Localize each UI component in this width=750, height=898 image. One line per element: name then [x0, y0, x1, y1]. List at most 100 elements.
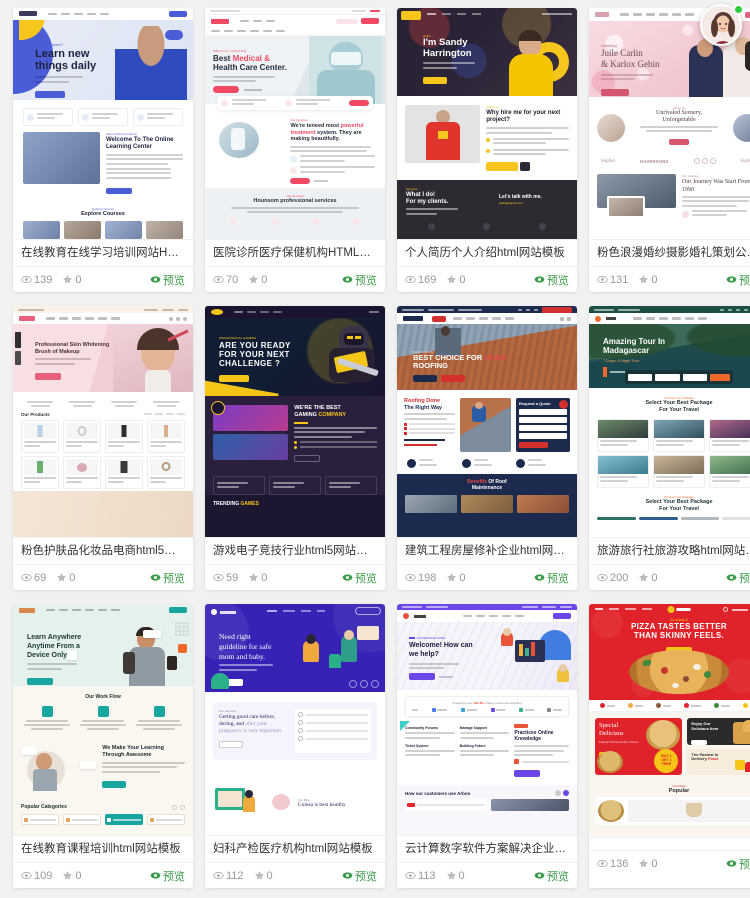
template-card[interactable]: PROFESSIONAL GAMERS ARE YOU READY FOR YO…	[205, 306, 385, 590]
view-count: 69	[21, 572, 46, 584]
eye-icon	[534, 574, 545, 581]
eye-icon	[405, 276, 416, 284]
view-count: 113	[405, 870, 436, 882]
template-thumbnail[interactable]: Learn Anywhere Anytime From a Device Only	[13, 604, 193, 837]
preview-button[interactable]: 预览	[534, 272, 569, 288]
star-icon	[63, 275, 73, 284]
template-title: 粉色浪漫婚纱摄影婚礼策划公司html...	[597, 247, 750, 260]
template-thumbnail[interactable]: BEST CHOICE BEST CHOICE FOR HOME ROOFING…	[397, 306, 577, 539]
template-card[interactable]: Learn Anywhere Anytime From a Device Only	[13, 604, 193, 888]
view-count: 169	[405, 274, 436, 286]
template-thumbnail[interactable]: Hello! I'm Sandy Harrington About me Why…	[397, 8, 577, 241]
template-meta: 70 0 预览	[205, 266, 385, 292]
view-count: 200	[597, 572, 628, 584]
template-meta: 198 0 预览	[397, 564, 577, 590]
preview-button[interactable]: 预览	[534, 868, 569, 884]
view-count: 136	[597, 858, 628, 870]
eye-icon	[726, 860, 737, 867]
template-thumbnail[interactable]: PROFESSIONAL GAMERS ARE YOU READY FOR YO…	[205, 306, 385, 539]
template-meta: 136 0 预览	[589, 850, 750, 876]
eye-icon	[726, 574, 737, 581]
eye-icon	[150, 872, 161, 879]
template-thumbnail[interactable]: Amazing Tour In Madagascar 7 Days, 6 Nig…	[589, 306, 750, 539]
template-thumbnail[interactable]: Professional Skin Whitening Brush of Make…	[13, 306, 193, 539]
template-title	[589, 838, 750, 850]
template-title: 云计算数字软件方案解决企业办decision企业...	[405, 843, 577, 856]
preview-button[interactable]: 预览	[726, 570, 750, 586]
eye-icon	[726, 276, 737, 283]
template-card[interactable]: Hello! I'm Sandy Harrington About me Why…	[397, 8, 577, 292]
eye-icon	[21, 574, 32, 582]
template-card[interactable]: KNOWLEDGE BASE Welcome! How canwe help?	[397, 604, 577, 888]
template-thumbnail[interactable]: Need right guideline for safe mom and baby…	[205, 604, 385, 837]
template-meta: 131 0 预览	[589, 266, 750, 292]
template-card[interactable]: MEDICAL CENTER Best Medical & Health Car…	[205, 8, 385, 292]
preview-button[interactable]: 预览	[726, 856, 750, 872]
star-count: 0	[62, 870, 81, 882]
preview-button[interactable]: 预览	[150, 272, 185, 288]
template-meta: 113 0 预览	[397, 862, 577, 888]
template-card[interactable]: BEST CHOICE BEST CHOICE FOR HOME ROOFING…	[397, 306, 577, 590]
preview-button[interactable]: 预览	[342, 570, 377, 586]
star-count: 0	[638, 274, 657, 286]
preview-button[interactable]: 预览	[726, 272, 750, 288]
star-count: 0	[248, 572, 267, 584]
eye-icon	[213, 574, 224, 582]
star-count: 0	[446, 274, 465, 286]
eye-icon	[150, 276, 161, 283]
eye-icon	[534, 872, 545, 879]
eye-icon	[534, 276, 545, 283]
eye-icon	[150, 574, 161, 581]
view-count: 70	[213, 274, 238, 286]
eye-icon	[342, 574, 353, 581]
star-icon	[639, 573, 649, 582]
preview-button[interactable]: 预览	[150, 570, 185, 586]
eye-icon	[597, 574, 608, 582]
star-icon	[63, 871, 73, 880]
eye-icon	[213, 872, 224, 880]
template-meta: 169 0 预览	[397, 266, 577, 292]
star-count: 0	[254, 870, 273, 882]
star-count: 0	[62, 274, 81, 286]
view-count: 109	[21, 870, 52, 882]
template-card[interactable]: So whats it! PIZZA TASTES BETTER THAN SK…	[589, 604, 750, 888]
template-card-grid: Ready to learn? Learn new things daily A…	[0, 0, 750, 896]
template-card[interactable]: Wedding Juile Carlin & Karlox Gebin Abou…	[589, 8, 750, 292]
star-count: 0	[638, 572, 657, 584]
star-icon	[446, 871, 456, 880]
eye-icon	[597, 859, 608, 868]
template-title: 个人简历个人介绍html网站模板	[405, 247, 565, 260]
star-count: 0	[56, 572, 75, 584]
star-count: 0	[248, 274, 267, 286]
view-count: 198	[405, 572, 436, 584]
eye-icon	[213, 276, 224, 284]
template-meta: 139 0 预览	[13, 266, 193, 292]
template-meta: 112 0 预览	[205, 862, 385, 888]
template-card[interactable]: Amazing Tour In Madagascar 7 Days, 6 Nig…	[589, 306, 750, 590]
online-status-dot	[733, 4, 744, 15]
template-thumbnail[interactable]: KNOWLEDGE BASE Welcome! How canwe help?	[397, 604, 577, 837]
preview-button[interactable]: 预览	[342, 868, 377, 884]
template-thumbnail[interactable]: Ready to learn? Learn new things daily A…	[13, 8, 193, 241]
template-title: 游戏电子竞技行业html5网站模板	[213, 545, 380, 558]
template-meta: 69 0 预览	[13, 564, 193, 590]
template-meta: 109 0 预览	[13, 862, 193, 888]
template-thumbnail[interactable]: So whats it! PIZZA TASTES BETTER THAN SK…	[589, 604, 750, 838]
template-title: 旅游旅行社旅游攻略html网站模板	[597, 545, 750, 558]
template-card[interactable]: Need right guideline for safe mom and baby…	[205, 604, 385, 888]
preview-button[interactable]: 预览	[150, 868, 185, 884]
template-title: 在线教育课程培训html网站模板	[21, 843, 181, 856]
template-card[interactable]: Professional Skin Whitening Brush of Make…	[13, 306, 193, 590]
preview-button[interactable]: 预览	[534, 570, 569, 586]
eye-icon	[405, 574, 416, 582]
template-title: 妇科产检医疗机构html网站模板	[213, 843, 373, 856]
view-count: 131	[597, 274, 628, 286]
eye-icon	[405, 872, 416, 880]
preview-button[interactable]: 预览	[342, 272, 377, 288]
template-title: 医院诊所医疗保健机构HTML5网站模板	[213, 247, 385, 260]
template-thumbnail[interactable]: MEDICAL CENTER Best Medical & Health Car…	[205, 8, 385, 241]
star-icon	[249, 573, 259, 582]
eye-icon	[342, 872, 353, 879]
star-icon	[254, 871, 264, 880]
template-card[interactable]: Ready to learn? Learn new things daily A…	[13, 8, 193, 292]
